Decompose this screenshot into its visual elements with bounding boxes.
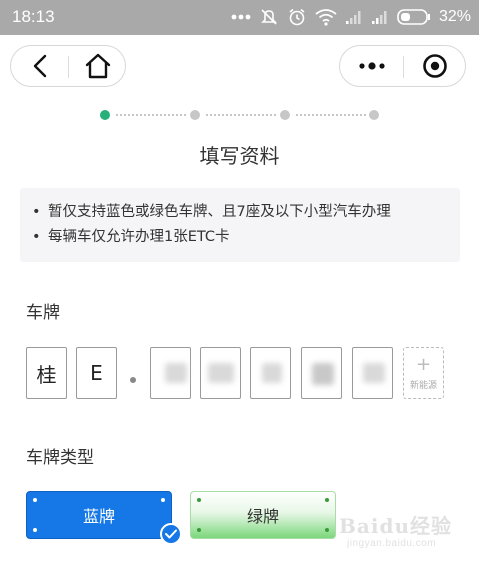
- battery-percentage: 32%: [438, 8, 471, 25]
- notice-item: • 每辆车仅允许办理1张ETC卡: [32, 225, 460, 250]
- rivet-dot: [325, 498, 329, 502]
- new-energy-label: 新能源: [409, 381, 437, 391]
- watermark-sub: jingyan.baidu.com: [347, 538, 437, 549]
- battery-icon: [397, 9, 430, 25]
- nav-left-capsule: [10, 45, 126, 87]
- plus-icon: +: [415, 354, 432, 375]
- watermark-text: Baidu经验: [339, 514, 452, 538]
- step-dot-4: [369, 110, 379, 120]
- alarm-icon: [289, 8, 305, 26]
- back-button[interactable]: [11, 46, 68, 86]
- status-bar: 18:13 32%: [0, 0, 479, 35]
- privacy-blur: [312, 363, 334, 385]
- rivet-dot: [197, 528, 201, 532]
- blue-plate-label: 蓝牌: [82, 507, 115, 526]
- more-dots-status-icon: [231, 14, 251, 20]
- status-icons: 32%: [231, 6, 471, 28]
- page-title: 填写资料: [199, 144, 280, 168]
- selected-check-badge: [160, 523, 182, 545]
- signal-icon-1: [345, 11, 361, 24]
- step-dot-3: [280, 110, 290, 120]
- more-dots-icon: [358, 62, 385, 70]
- signal-icon-2: [371, 11, 387, 24]
- green-plate-label: 绿牌: [246, 507, 279, 526]
- green-plate-option[interactable]: 绿牌: [190, 491, 336, 539]
- plate-separator-dot: [130, 377, 136, 383]
- target-circle-icon: [423, 54, 447, 78]
- home-button[interactable]: [69, 46, 126, 86]
- baidu-watermark: Baidu经验 jingyan.baidu.com: [339, 510, 459, 556]
- step-dot-2: [190, 110, 200, 120]
- step-line-3: [296, 114, 366, 116]
- nav-right-capsule: [339, 45, 466, 87]
- rivet-dot: [325, 528, 329, 532]
- plate-section-label: 车牌: [26, 303, 60, 323]
- chevron-left-icon: [33, 54, 46, 78]
- check-icon: [165, 529, 177, 539]
- new-energy-plate-button[interactable]: + 新能源: [403, 347, 444, 399]
- step-progress: [100, 108, 380, 122]
- mute-icon: [261, 9, 277, 25]
- status-time: 18:13: [12, 7, 55, 26]
- notice-item: • 暂仅支持蓝色或绿色车牌、且7座及以下小型汽车办理: [32, 200, 460, 225]
- step-line-2: [206, 114, 276, 116]
- step-dot-1: [100, 110, 110, 120]
- notice-item-text: 暂仅支持蓝色或绿色车牌、且7座及以下小型汽车办理: [48, 204, 391, 220]
- blue-plate-option[interactable]: 蓝牌: [26, 491, 172, 539]
- close-miniprogram-button[interactable]: [404, 46, 466, 86]
- plate-char-letter[interactable]: E: [76, 347, 117, 399]
- rivet-dot: [161, 498, 165, 502]
- rivet-dot: [33, 498, 37, 502]
- privacy-blur: [165, 363, 187, 383]
- plate-type-section-label: 车牌类型: [26, 448, 94, 468]
- wifi-icon: [315, 9, 337, 26]
- rivet-dot: [33, 528, 37, 532]
- home-icon: [85, 53, 110, 79]
- rivet-dot: [197, 498, 201, 502]
- notice-item-text: 每辆车仅允许办理1张ETC卡: [48, 229, 230, 245]
- more-button[interactable]: [340, 46, 403, 86]
- step-line-1: [116, 114, 186, 116]
- privacy-blur: [208, 363, 234, 383]
- notice-box: • 暂仅支持蓝色或绿色车牌、且7座及以下小型汽车办理 • 每辆车仅允许办理1张E…: [20, 188, 460, 262]
- privacy-blur: [363, 363, 385, 383]
- privacy-blur: [262, 363, 282, 383]
- plate-char-province[interactable]: 桂: [26, 347, 67, 399]
